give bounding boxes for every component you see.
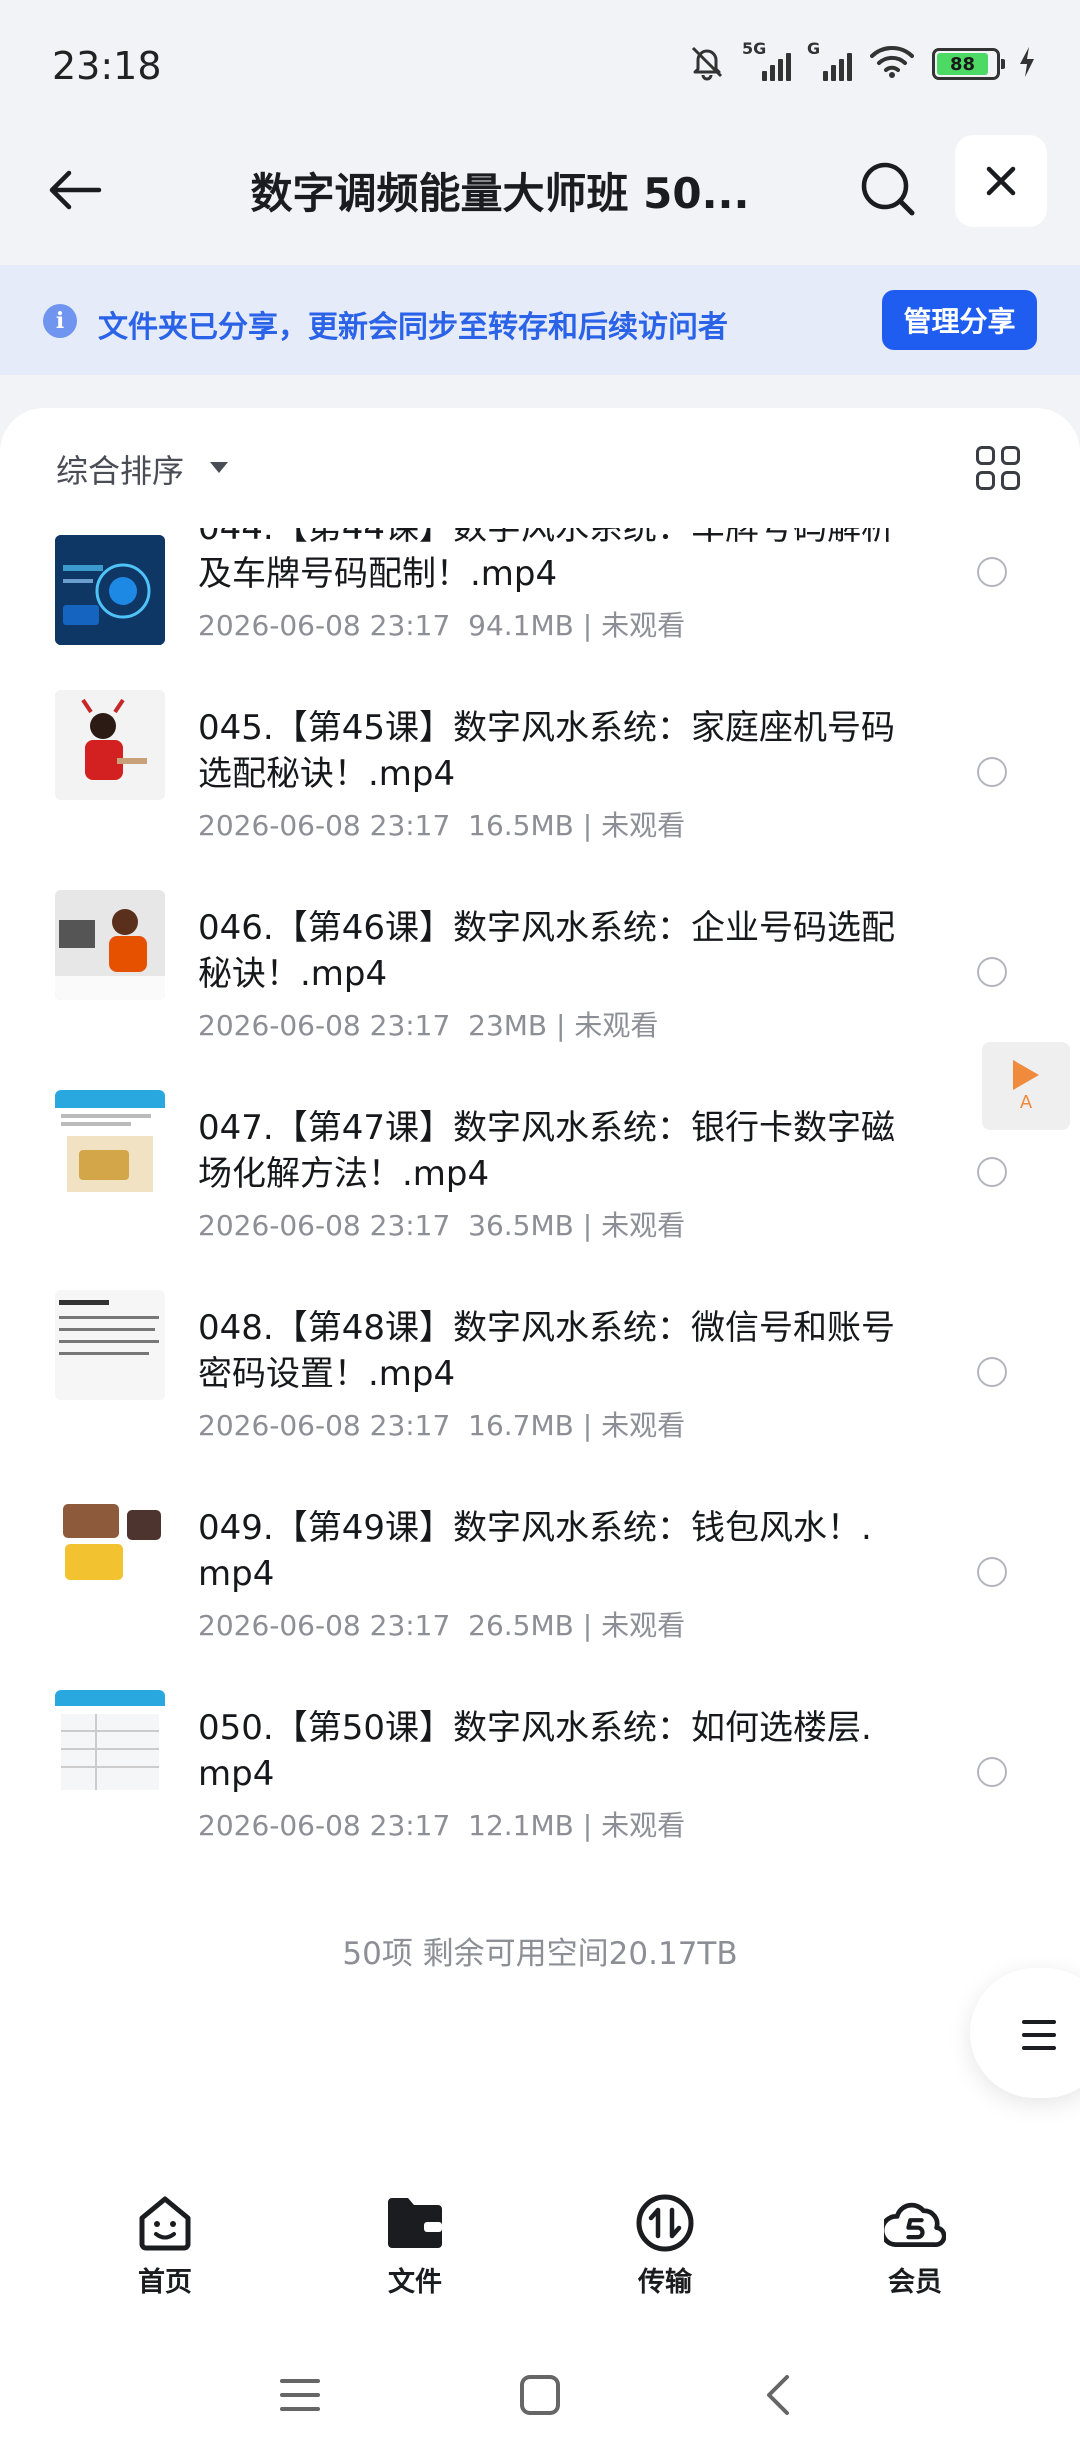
transfer-icon	[634, 2192, 696, 2254]
file-row[interactable]: 048.【第48课】数字风水系统：微信号和账号密码设置！.mp4 2026-06…	[0, 1253, 1080, 1453]
file-meta: 2026-06-08 23:17 16.7MB | 未观看	[198, 1409, 686, 1442]
sort-row: 综合排序	[0, 408, 1080, 528]
file-meta: 2026-06-08 23:17 36.5MB | 未观看	[198, 1209, 686, 1242]
video-thumbnail	[55, 890, 165, 1000]
charging-icon	[1018, 46, 1036, 82]
video-thumbnail	[55, 1090, 165, 1200]
file-name: 046.【第46课】数字风水系统：企业号码选配秘诀！.mp4	[198, 908, 895, 994]
select-radio[interactable]	[977, 1357, 1007, 1387]
file-list-card: 综合排序 044.【第44课】数字风水系统：车牌号码解析及车牌号码配制！.mp4…	[0, 408, 1080, 2460]
nav-files[interactable]: 文件	[335, 2192, 495, 2312]
status-icons: 5G G 88	[688, 39, 1036, 85]
share-banner-text: 文件夹已分享，更新会同步至转存和后续访问者	[98, 310, 728, 345]
page-title: 数字调频能量大师班 50...	[250, 169, 750, 218]
video-thumbnail	[55, 1490, 165, 1600]
home-smile-icon	[134, 2192, 196, 2254]
select-radio[interactable]	[977, 957, 1007, 987]
file-row[interactable]: 049.【第49课】数字风水系统：钱包风水！.mp4 2026-06-08 23…	[0, 1453, 1080, 1653]
video-thumbnail	[55, 1690, 165, 1800]
nav-home[interactable]: 首页	[85, 2192, 245, 2312]
close-button[interactable]	[955, 135, 1047, 227]
search-button[interactable]	[852, 153, 924, 225]
nav-vip[interactable]: 会员	[835, 2192, 995, 2312]
file-list: 044.【第44课】数字风水系统：车牌号码解析及车牌号码配制！.mp4 2026…	[0, 528, 1080, 1928]
menu-lines-icon	[280, 2379, 320, 2411]
video-thumbnail	[55, 535, 165, 645]
file-meta: 2026-06-08 23:17 26.5MB | 未观看	[198, 1609, 686, 1642]
chevron-left-icon	[767, 2375, 789, 2415]
nav-transfer[interactable]: 传输	[585, 2192, 745, 2312]
file-row[interactable]: 047.【第47课】数字风水系统：银行卡数字磁场化解方法！.mp4 2026-0…	[0, 1053, 1080, 1253]
info-icon: i	[43, 304, 77, 338]
file-row[interactable]: 050.【第50课】数字风水系统：如何选楼层.mp4 2026-06-08 23…	[0, 1653, 1080, 1853]
storage-summary: 50项 剩余可用空间20.17TB	[342, 1936, 738, 1972]
video-thumbnail	[55, 1290, 165, 1400]
video-thumbnail	[55, 690, 165, 800]
signal-5g-icon: 5G	[742, 39, 791, 81]
sort-dropdown[interactable]: 综合排序	[56, 446, 184, 492]
share-banner: i 文件夹已分享，更新会同步至转存和后续访问者 管理分享	[0, 265, 1080, 375]
bottom-nav: 首页 文件 传输 会员	[0, 2170, 1080, 2320]
back-button[interactable]	[40, 155, 110, 225]
file-meta: 2026-06-08 23:17 94.1MB | 未观看	[198, 609, 686, 642]
file-row[interactable]: 046.【第46课】数字风水系统：企业号码选配秘诀！.mp4 2026-06-0…	[0, 853, 1080, 1053]
file-meta: 2026-06-08 23:17 16.5MB | 未观看	[198, 809, 686, 842]
file-meta: 2026-06-08 23:17 12.1MB | 未观看	[198, 1809, 686, 1842]
file-name: 045.【第45课】数字风水系统：家庭座机号码选配秘诀！.mp4	[198, 708, 895, 794]
floating-play-badge[interactable]: A	[982, 1042, 1070, 1130]
back-nav-button[interactable]	[748, 2365, 808, 2425]
file-row[interactable]: 045.【第45课】数字风水系统：家庭座机号码选配秘诀！.mp4 2026-06…	[0, 653, 1080, 853]
select-radio[interactable]	[977, 1757, 1007, 1787]
recent-apps-button[interactable]	[270, 2365, 330, 2425]
vip-icon	[884, 2192, 946, 2254]
file-row[interactable]: 044.【第44课】数字风水系统：车牌号码解析及车牌号码配制！.mp4 2026…	[0, 528, 1080, 653]
signal-g-icon: G	[807, 39, 852, 81]
square-icon	[520, 2375, 560, 2415]
search-icon	[861, 162, 915, 216]
nav-files-label: 文件	[388, 2267, 442, 2298]
nav-transfer-label: 传输	[638, 2267, 692, 2298]
home-button[interactable]	[510, 2365, 570, 2425]
manage-share-button[interactable]: 管理分享	[882, 290, 1037, 350]
mute-bell-icon	[688, 43, 726, 85]
caret-down-icon[interactable]	[210, 462, 228, 473]
status-time: 23:18	[52, 44, 162, 88]
file-name: 048.【第48课】数字风水系统：微信号和账号密码设置！.mp4	[198, 1308, 895, 1394]
nav-vip-label: 会员	[888, 2267, 942, 2298]
select-radio[interactable]	[977, 1157, 1007, 1187]
battery-icon: 88	[932, 48, 1005, 80]
nav-home-label: 首页	[138, 2267, 192, 2298]
file-name: 049.【第49课】数字风水系统：钱包风水！.mp4	[198, 1508, 872, 1594]
battery-level: 88	[937, 53, 989, 75]
file-meta: 2026-06-08 23:17 23MB | 未观看	[198, 1009, 659, 1042]
select-radio[interactable]	[977, 757, 1007, 787]
play-icon	[1013, 1059, 1039, 1090]
status-bar: 23:18 5G G 88	[0, 0, 1080, 135]
folder-icon	[384, 2192, 446, 2254]
file-name: 047.【第47课】数字风水系统：银行卡数字磁场化解方法！.mp4	[198, 1108, 895, 1194]
arrow-left-icon	[49, 170, 102, 210]
system-navigation-bar	[0, 2320, 1080, 2460]
badge-letter: A	[1019, 1091, 1033, 1113]
file-name: 044.【第44课】数字风水系统：车牌号码解析及车牌号码配制！.mp4	[198, 528, 895, 594]
select-radio[interactable]	[977, 1557, 1007, 1587]
grid-view-icon[interactable]	[976, 446, 1020, 490]
select-radio[interactable]	[977, 557, 1007, 587]
file-name: 050.【第50课】数字风水系统：如何选楼层.mp4	[198, 1708, 872, 1794]
close-icon	[986, 166, 1016, 196]
title-bar: 数字调频能量大师班 50...	[0, 135, 1080, 265]
wifi-icon	[870, 45, 914, 83]
menu-icon	[1022, 2020, 1056, 2059]
